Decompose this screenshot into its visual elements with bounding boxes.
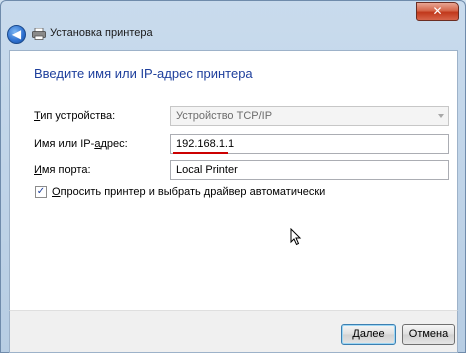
host-label: Имя или IP-адрес: [34,138,128,150]
port-name-label: Имя порта: [34,164,91,176]
page-heading: Введите имя или IP-адрес принтера [34,66,253,81]
auto-driver-label[interactable]: Опросить принтер и выбрать драйвер автом… [52,186,325,198]
device-type-value: Устройство TCP/IP [176,110,273,122]
back-arrow-icon: ◀ [11,27,22,41]
close-icon: ✕ [432,4,443,18]
host-value: 192.168.1.1 [176,138,235,150]
window-title: Установка принтера [50,27,153,39]
port-name-input[interactable]: Local Printer [170,160,449,180]
cancel-button[interactable]: Отмена [402,324,455,345]
title-bar: ✕ ◀ Установка принтера [1,1,465,51]
printer-setup-window: ✕ ◀ Установка принтера Введите имя или I… [0,0,466,353]
printer-icon [32,28,46,40]
device-type-select[interactable]: Устройство TCP/IP [170,106,449,126]
chevron-down-icon [438,114,444,118]
mouse-cursor-icon [290,228,302,246]
annotation-underline [173,152,228,154]
host-input[interactable]: 192.168.1.1 [170,134,449,154]
close-button[interactable]: ✕ [416,2,459,21]
auto-driver-checkbox[interactable]: ✓ [35,186,47,198]
checkmark-icon: ✓ [36,186,46,197]
wizard-footer: Далее Отмена [9,310,458,353]
device-type-label: Тип устройства: [34,110,116,122]
back-button[interactable]: ◀ [7,25,26,44]
port-name-value: Local Printer [176,164,238,176]
wizard-content: Введите имя или IP-адрес принтера Тип ус… [9,50,458,310]
next-button[interactable]: Далее [341,324,396,345]
